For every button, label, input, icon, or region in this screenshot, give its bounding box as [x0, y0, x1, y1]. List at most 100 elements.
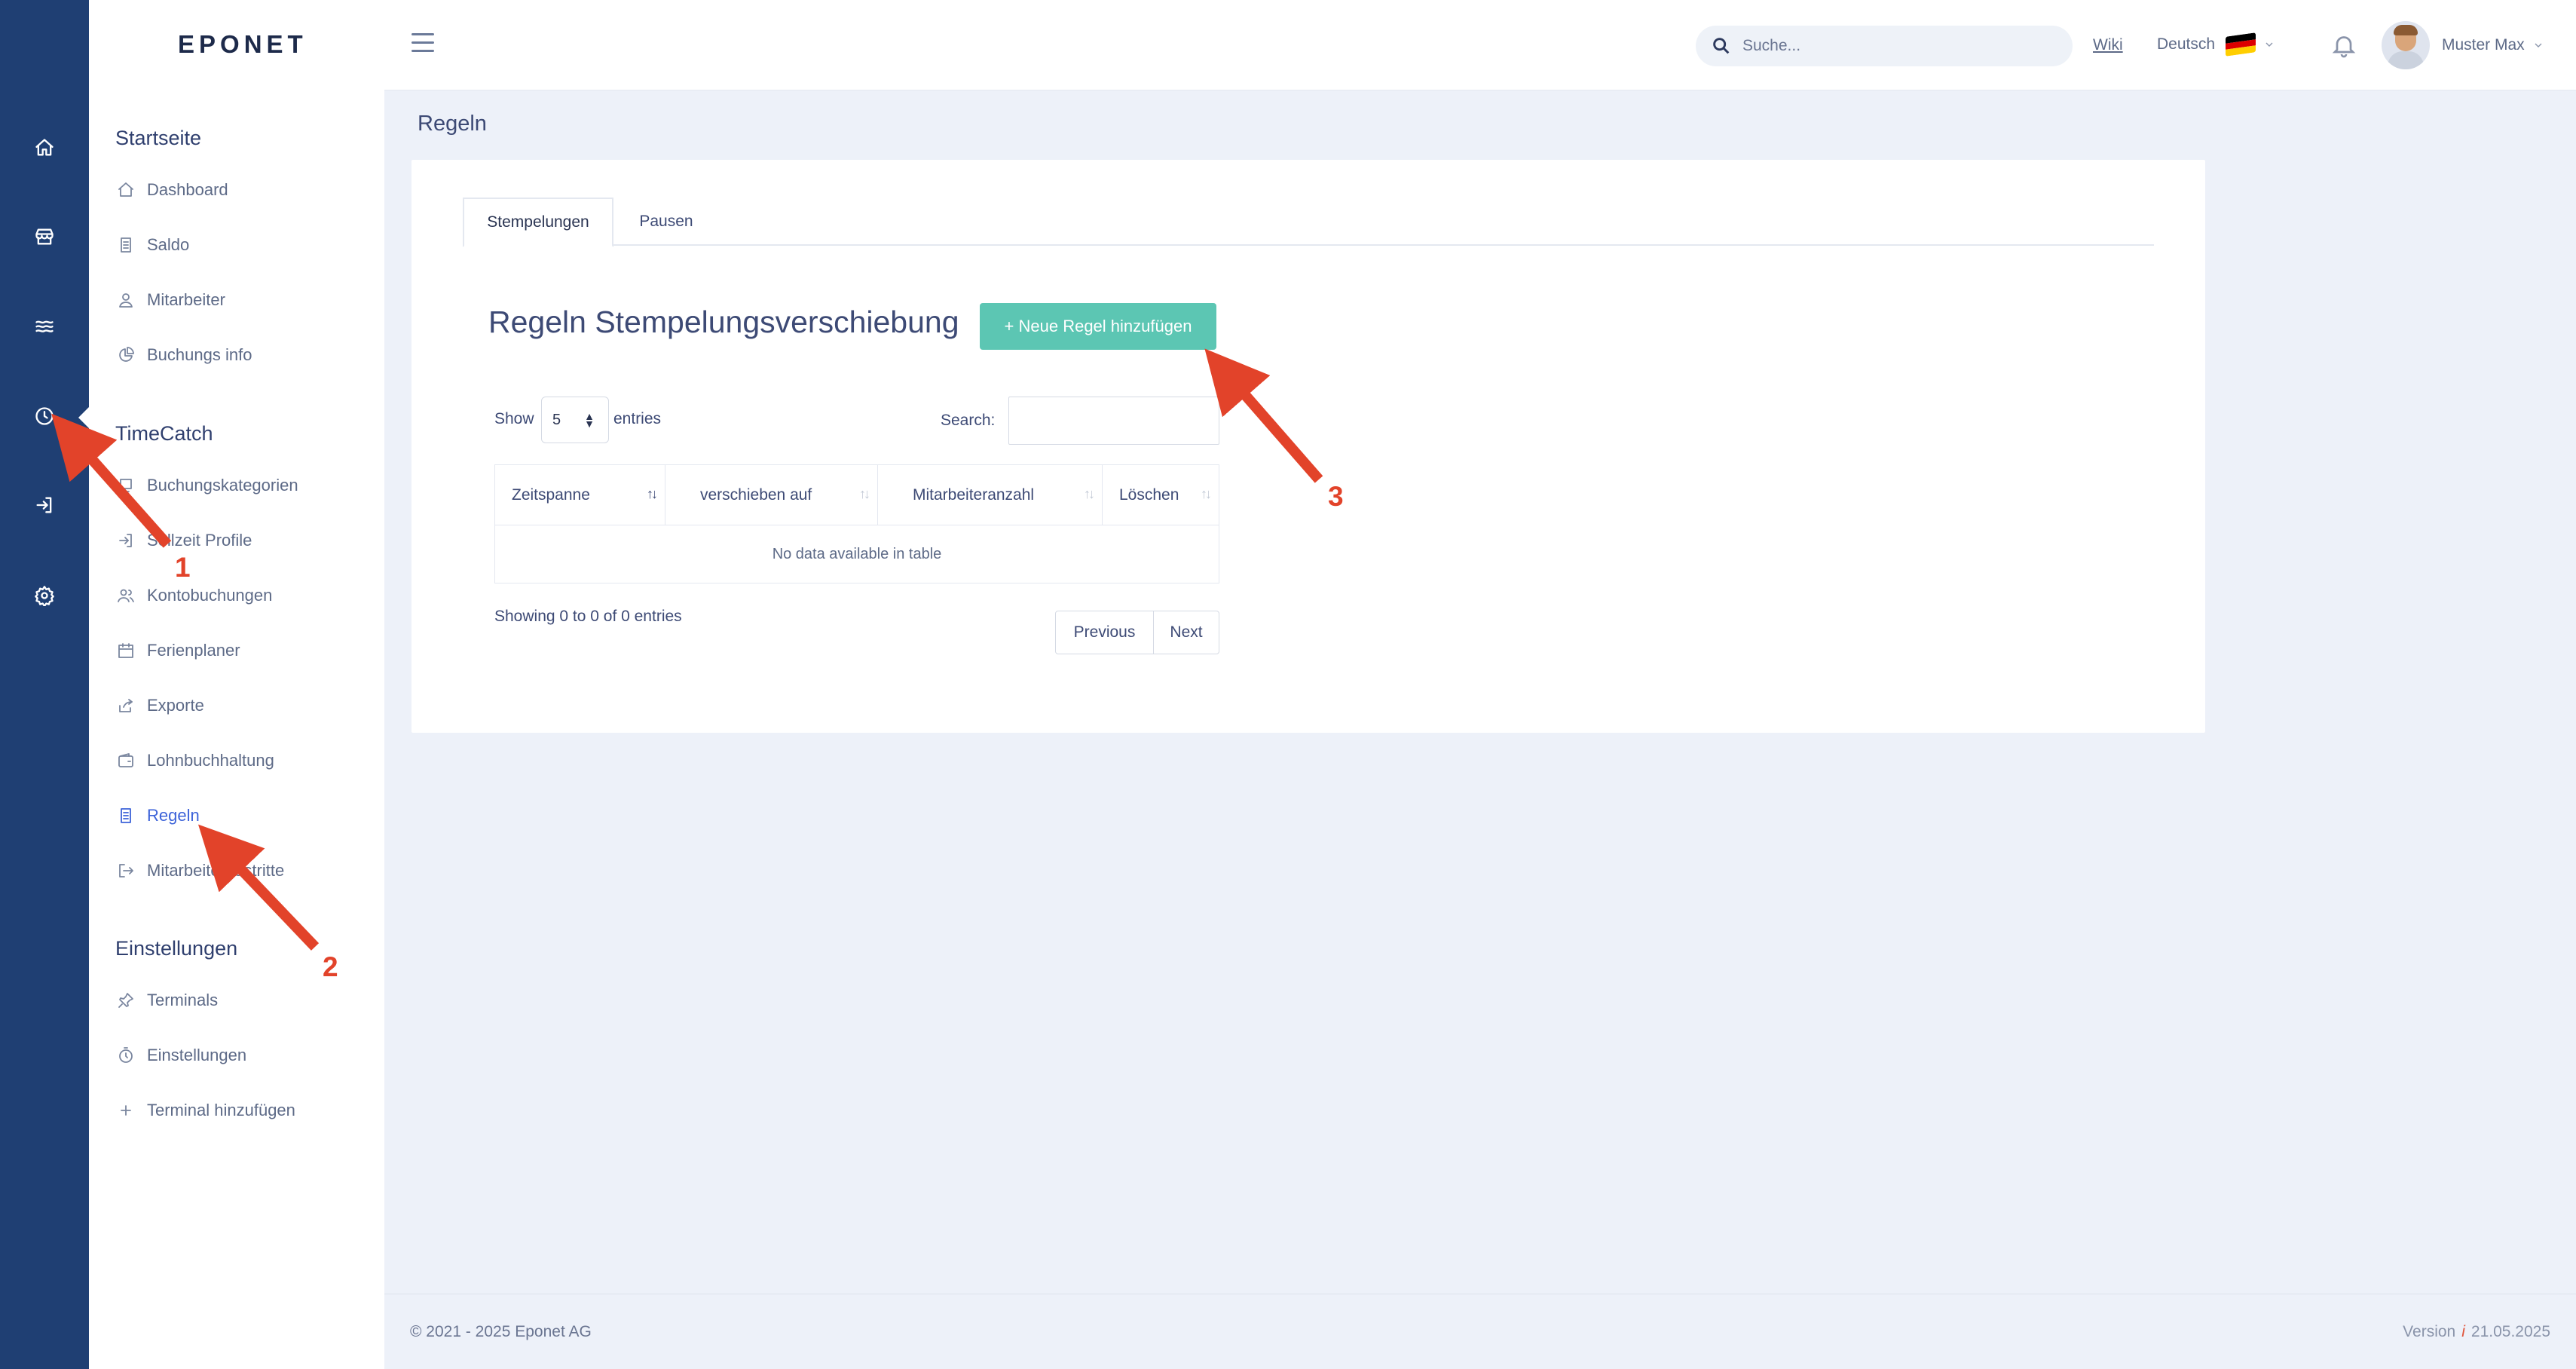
section-title-einstellungen: Einstellungen [115, 937, 238, 960]
page-title: Regeln [418, 112, 487, 136]
timer-icon [115, 1045, 136, 1066]
chevron-down-icon [2535, 43, 2542, 47]
sidebar-item-label: Buchungskategorien [147, 476, 298, 495]
waves-icon[interactable] [29, 311, 60, 341]
wiki-link[interactable]: Wiki [2093, 36, 2123, 54]
pin-icon [115, 990, 136, 1011]
german-flag-icon [2226, 32, 2256, 57]
sidebar-item-mitarbeiter[interactable]: Mitarbeiter [115, 285, 225, 315]
sidebar-item-terminal-hinzufuegen[interactable]: Terminal hinzufügen [115, 1095, 295, 1126]
table-header-row: Zeitspanne ↑↓ verschieben auf ↑↓ Mitarbe… [495, 465, 1219, 525]
section-title-timecatch: TimeCatch [115, 422, 213, 445]
sidebar-item-label: Saldo [147, 235, 190, 254]
previous-page-button[interactable]: Previous [1056, 611, 1154, 654]
rules-table: Zeitspanne ↑↓ verschieben auf ↑↓ Mitarbe… [494, 464, 1219, 583]
next-page-button[interactable]: Next [1154, 611, 1219, 654]
sidebar-item-terminals[interactable]: Terminals [115, 985, 218, 1015]
info-icon[interactable]: i [2461, 1323, 2465, 1340]
sidebar-item-label: Kontobuchungen [147, 586, 273, 605]
version-date: 21.05.2025 [2470, 1323, 2550, 1340]
show-label: Show [494, 410, 534, 427]
active-indicator [78, 407, 89, 428]
sidebar-item-ferienplaner[interactable]: Ferienplaner [115, 635, 240, 666]
add-rule-button[interactable]: + Neue Regel hinzufügen [980, 303, 1216, 350]
hamburger-menu-icon[interactable] [411, 33, 434, 53]
copyright-text: © 2021 - 2025 Eponet AG [410, 1323, 592, 1340]
language-label: Deutsch [2157, 35, 2216, 53]
plus-icon [115, 1100, 136, 1121]
column-header-verschieben-auf[interactable]: verschieben auf ↑↓ [665, 465, 878, 525]
entries-label: entries [613, 410, 662, 427]
eponet-logo[interactable]: EPONET [178, 30, 307, 59]
avatar [2382, 21, 2430, 69]
sidebar-item-buchungs-info[interactable]: Buchungs info [115, 340, 252, 370]
sidebar-item-sollzeit-profile[interactable]: Sollzeit Profile [115, 525, 252, 556]
home-icon[interactable] [29, 133, 60, 163]
global-search[interactable] [1696, 26, 2073, 66]
sidebar: EPONET Startseite Dashboard Saldo Mitarb… [89, 0, 384, 1369]
sidebar-item-label: Sollzeit Profile [147, 531, 252, 550]
section-title-startseite: Startseite [115, 127, 202, 149]
clock-icon[interactable] [29, 401, 60, 431]
sidebar-item-saldo[interactable]: Saldo [115, 230, 189, 260]
notification-bell-icon[interactable] [2330, 32, 2357, 59]
sidebar-item-label: Lohnbuchhaltung [147, 751, 274, 770]
sidebar-item-label: Einstellungen [147, 1046, 247, 1064]
section-heading: Regeln Stempelungsverschiebung [488, 305, 959, 339]
sidebar-item-label: Exporte [147, 696, 204, 715]
version-label: Version [2403, 1323, 2456, 1340]
sidebar-item-dashboard[interactable]: Dashboard [115, 175, 228, 205]
sort-icon: ↑↓ [1201, 486, 1212, 501]
version-info: Version i 21.05.2025 [2403, 1323, 2550, 1341]
sidebar-item-buchungskategorien[interactable]: Buchungskategorien [115, 470, 298, 501]
rules-card: Stempelungen Pausen Regeln Stempelungsve… [411, 160, 2205, 733]
annotation-number-2: 2 [323, 951, 338, 982]
column-header-label: Mitarbeiteranzahl [913, 485, 1035, 504]
icon-rail [0, 0, 89, 1369]
column-header-loeschen[interactable]: Löschen ↑↓ [1103, 465, 1219, 525]
document-icon [115, 234, 136, 256]
sort-icon: ↑↓ [1084, 486, 1095, 501]
sidebar-item-regeln[interactable]: Regeln [115, 801, 200, 831]
sidebar-item-exporte[interactable]: Exporte [115, 691, 204, 721]
home-icon [115, 179, 136, 201]
store-icon[interactable] [29, 222, 60, 252]
tab-stempelungen[interactable]: Stempelungen [463, 198, 613, 247]
sidebar-item-kontobuchungen[interactable]: Kontobuchungen [115, 580, 272, 611]
tab-bar: Stempelungen Pausen [463, 198, 2154, 247]
sidebar-item-label: Ferienplaner [147, 641, 240, 660]
column-header-zeitspanne[interactable]: Zeitspanne ↑↓ [495, 465, 665, 525]
search-input[interactable] [1742, 37, 2044, 55]
sidebar-item-lohnbuchhaltung[interactable]: Lohnbuchhaltung [115, 746, 274, 776]
wallet-icon [115, 750, 136, 771]
gear-icon[interactable] [29, 580, 60, 611]
table-search-label: Search: [941, 412, 996, 429]
sort-icon: ↑↓ [859, 486, 870, 501]
sort-ascending-icon: ↑↓ [647, 486, 658, 501]
chevron-down-icon [2265, 42, 2273, 47]
tag-icon [115, 475, 136, 496]
column-header-mitarbeiteranzahl[interactable]: Mitarbeiteranzahl ↑↓ [878, 465, 1103, 525]
sidebar-item-mitarbeiteraustritte[interactable]: Mitarbeiteraustritte [115, 856, 284, 886]
select-arrows-icon: ▲ ▼ [584, 410, 595, 430]
logout-icon [115, 860, 136, 881]
user-menu[interactable]: Muster Max [2382, 21, 2544, 69]
table-search-input[interactable] [1008, 397, 1219, 445]
column-header-label: Zeitspanne [512, 485, 590, 504]
sidebar-item-label: Mitarbeiteraustritte [147, 861, 285, 880]
column-header-label: Löschen [1119, 485, 1179, 504]
tab-pausen[interactable]: Pausen [621, 198, 711, 246]
footer: © 2021 - 2025 Eponet AG Version i 21.05.20… [384, 1294, 2576, 1369]
login-icon [115, 530, 136, 551]
entries-per-page-select[interactable]: 5 ▲ ▼ [541, 397, 609, 443]
sidebar-item-label: Mitarbeiter [147, 290, 225, 309]
sidebar-item-label: Terminals [147, 991, 219, 1009]
sidebar-item-label: Regeln [147, 806, 200, 825]
table-info: Showing 0 to 0 of 0 entries [494, 608, 682, 625]
pie-icon [115, 345, 136, 366]
sidebar-item-einstellungen[interactable]: Einstellungen [115, 1040, 246, 1070]
annotation-number-1: 1 [175, 552, 191, 583]
language-selector[interactable]: Deutsch [2157, 32, 2275, 57]
search-icon [1713, 38, 1730, 54]
login-icon[interactable] [29, 490, 60, 520]
